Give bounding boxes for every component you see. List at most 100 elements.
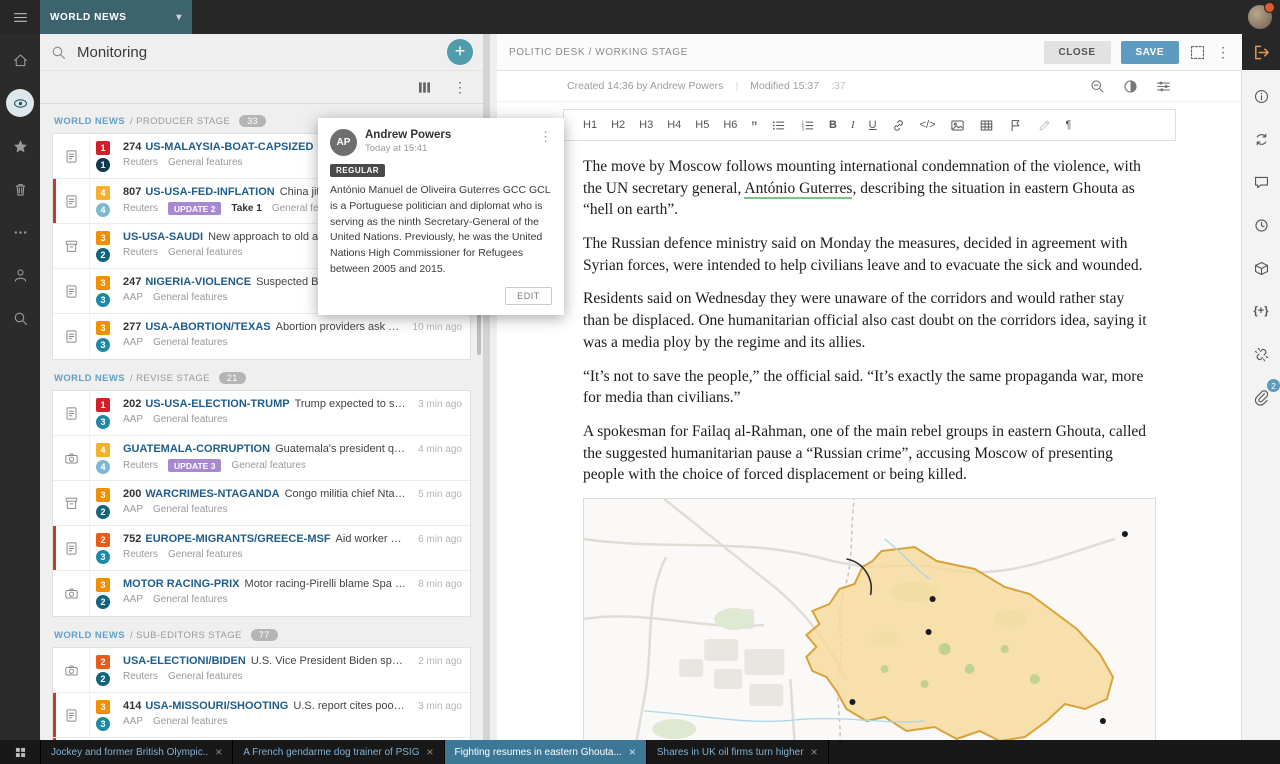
popup-menu-icon[interactable]: ⋮ (539, 129, 552, 145)
workqueue-tab[interactable]: A French gendarme dog trainer of PSIG× (233, 740, 444, 764)
list-item[interactable]: 33 414USA-MISSOURI/SHOOTINGU.S. report c… (53, 693, 470, 738)
article-paragraph[interactable]: The Russian defence ministry said on Mon… (583, 233, 1154, 276)
editor-settings-icon[interactable] (1155, 78, 1172, 95)
article-paragraph[interactable]: “It’s not to save the people,” the offic… (583, 366, 1154, 409)
dashboard-home-icon[interactable] (6, 46, 34, 74)
more-apps-icon[interactable] (6, 218, 34, 246)
h3-button[interactable]: H3 (632, 119, 660, 131)
item-slug[interactable]: US-USA-FED-INFLATION (145, 186, 274, 198)
table-button[interactable] (972, 118, 1001, 133)
item-slug[interactable]: USA-MISSOURI/SHOOTING (145, 700, 288, 712)
annotation-pencil-button[interactable] (1030, 118, 1059, 133)
underline-button[interactable]: U (862, 119, 884, 131)
workqueue-tab[interactable]: Jockey and former British Olympic..× (41, 740, 233, 764)
group-view-icon[interactable] (416, 79, 433, 96)
annotated-text[interactable]: António Guterres (744, 180, 852, 199)
h2-button[interactable]: H2 (604, 119, 632, 131)
embed-image-button[interactable] (943, 118, 972, 133)
item-source: Reuters (123, 460, 158, 471)
send-panel-icon[interactable] (1242, 34, 1280, 70)
link-button[interactable] (884, 118, 913, 133)
item-slug[interactable]: USA-ELECTIONI/BIDEN (123, 655, 246, 667)
hamburger-menu-icon[interactable] (0, 9, 40, 26)
list-item[interactable]: 13 202US-USA-ELECTION-TRUMPTrump expecte… (53, 391, 470, 436)
tab-close-icon[interactable]: × (427, 745, 434, 759)
minimize-icon[interactable] (1189, 44, 1206, 61)
item-headline: U.S. report cites poor police r… (293, 700, 406, 712)
ordered-list-button[interactable] (793, 118, 822, 133)
handoff-icon[interactable] (1249, 127, 1273, 151)
attachments-icon[interactable]: 2 (1249, 385, 1273, 409)
spike-trash-icon[interactable] (6, 175, 34, 203)
h1-button[interactable]: H1 (576, 119, 604, 131)
h4-button[interactable]: H4 (660, 119, 688, 131)
search-icon[interactable] (50, 44, 67, 61)
user-avatar[interactable] (1248, 5, 1272, 29)
item-source: AAP (123, 292, 143, 303)
stage-count-badge: 33 (239, 115, 266, 127)
list-item[interactable]: 32 200WARCRIMES-NTAGANDACongo militia ch… (53, 481, 470, 526)
created-info: Created 14:36 by Andrew Powers (567, 80, 723, 92)
bold-button[interactable]: B (822, 119, 844, 131)
pilcrow-button[interactable]: ¶ (1059, 119, 1079, 131)
authoring-menu-icon[interactable]: ⋮ (1216, 44, 1230, 61)
stage-group-header[interactable]: WORLD NEWS / SUB-EDITORS STAGE 77 (54, 629, 469, 641)
item-slug[interactable]: EUROPE-MIGRANTS/GREECE-MSF (145, 533, 330, 545)
monitoring-eye-icon[interactable] (6, 89, 34, 117)
list-item[interactable]: 22 USA-ELECTIONI/BIDENU.S. Vice Presiden… (53, 648, 470, 693)
italic-button[interactable]: I (844, 119, 862, 131)
tab-label: Fighting resumes in eastern Ghouta... (455, 747, 622, 758)
workqueue-grid-icon[interactable] (0, 740, 41, 764)
item-slug[interactable]: NIGERIA-VIOLENCE (145, 276, 251, 288)
global-search-icon[interactable] (6, 304, 34, 332)
article-meta-row: Created 14:36 by Andrew Powers | Modifie… (497, 71, 1242, 102)
item-slug[interactable]: USA-ABORTION/TEXAS (145, 321, 270, 333)
item-slug[interactable]: US-USA-SAUDI (123, 231, 203, 243)
list-item[interactable]: 44 GUATEMALA-CORRUPTIONGuatemala's presi… (53, 436, 470, 481)
list-item[interactable]: 23 752EUROPE-MIGRANTS/GREECE-MSFAid work… (53, 526, 470, 571)
close-button[interactable]: CLOSE (1044, 41, 1111, 64)
h6-button[interactable]: H6 (716, 119, 744, 131)
packages-icon[interactable] (1249, 256, 1273, 280)
info-icon[interactable] (1249, 84, 1273, 108)
blockquote-button[interactable]: ” (744, 117, 764, 133)
item-slug[interactable]: GUATEMALA-CORRUPTION (123, 443, 270, 455)
item-slug[interactable]: US-MALAYSIA-BOAT-CAPSIZED (145, 141, 313, 153)
popup-body-text: António Manuel de Oliveira Guterres GCC … (330, 183, 552, 278)
panel-menu-icon[interactable]: ⋮ (453, 79, 467, 96)
item-slug[interactable]: US-USA-ELECTION-TRUMP (145, 398, 289, 410)
embedded-map-image[interactable] (583, 498, 1156, 740)
tab-close-icon[interactable]: × (215, 745, 222, 759)
workqueue-tab[interactable]: Shares in UK oil firms turn higher× (647, 740, 829, 764)
list-item[interactable]: 33 277USA-ABORTION/TEXASAbortion provide… (53, 314, 470, 359)
unlink-icon[interactable] (1249, 342, 1273, 366)
article-paragraph[interactable]: Residents said on Wednesday they were un… (583, 288, 1154, 353)
find-replace-icon[interactable] (1089, 78, 1106, 95)
macros-icon[interactable]: {+} (1249, 299, 1273, 323)
item-slug[interactable]: MOTOR RACING-PRIX (123, 578, 240, 590)
theme-contrast-icon[interactable] (1122, 78, 1139, 95)
versions-history-icon[interactable] (1249, 213, 1273, 237)
list-item[interactable]: 32 MOTOR RACING-PRIXMotor racing-Pirelli… (53, 571, 470, 616)
personal-space-icon[interactable] (6, 261, 34, 289)
save-button[interactable]: SAVE (1121, 41, 1180, 64)
workqueue-tab-active[interactable]: Fighting resumes in eastern Ghouta... × (445, 740, 647, 764)
article-paragraph[interactable]: A spokesman for Failaq al-Rahman, one of… (583, 421, 1154, 486)
create-item-button[interactable]: + (447, 39, 473, 65)
tab-close-icon[interactable]: × (629, 745, 636, 759)
tab-close-icon[interactable]: × (811, 745, 818, 759)
comment-flag-button[interactable] (1001, 118, 1030, 133)
workspace-selector[interactable]: WORLD NEWS ▾ (40, 0, 192, 34)
h5-button[interactable]: H5 (688, 119, 716, 131)
highlights-star-icon[interactable] (6, 132, 34, 160)
workqueue-bar: Jockey and former British Olympic..× A F… (0, 740, 1280, 764)
code-button[interactable]: </> (913, 119, 943, 131)
stage-group-header[interactable]: WORLD NEWS / REVISE STAGE 21 (54, 372, 469, 384)
article-paragraph[interactable]: The move by Moscow follows mounting inte… (583, 156, 1154, 221)
comments-icon[interactable] (1249, 170, 1273, 194)
picture-item-icon (53, 648, 90, 692)
unordered-list-button[interactable] (764, 118, 793, 133)
article-body-editor[interactable]: The move by Moscow follows mounting inte… (497, 141, 1242, 740)
popup-edit-button[interactable]: EDIT (505, 287, 552, 305)
item-slug[interactable]: WARCRIMES-NTAGANDA (145, 488, 279, 500)
